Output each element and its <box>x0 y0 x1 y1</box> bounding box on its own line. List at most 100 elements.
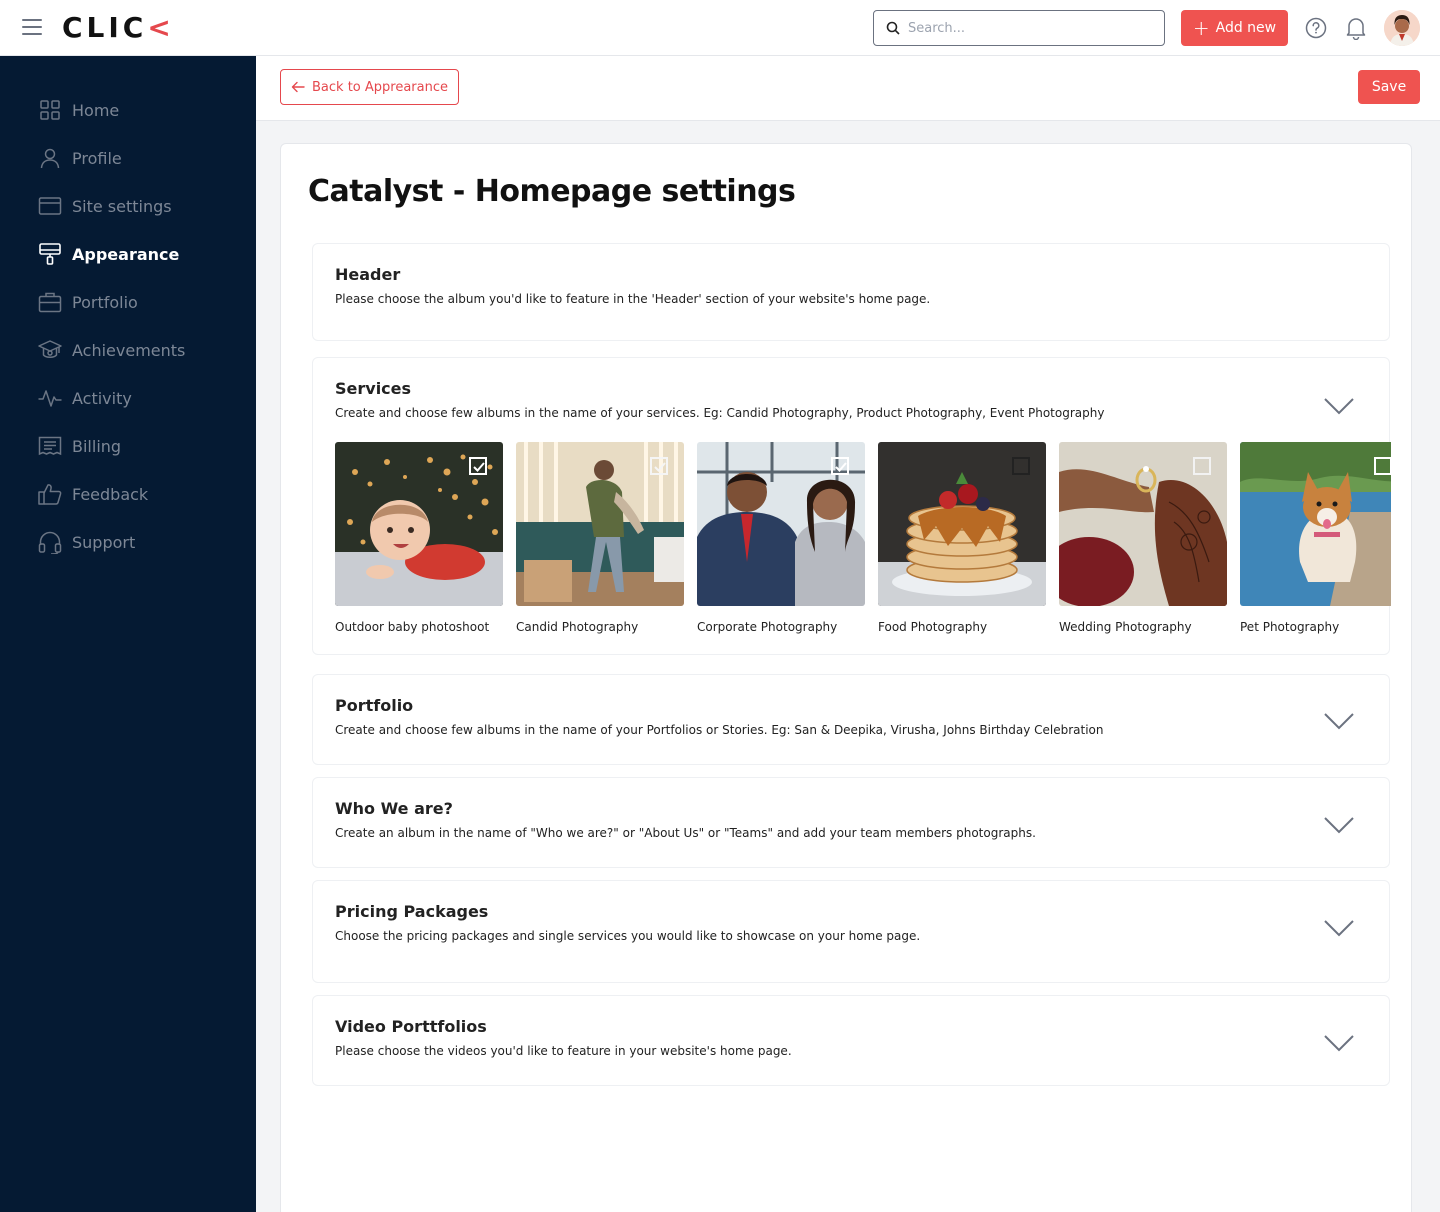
avatar[interactable] <box>1384 10 1420 46</box>
section-description: Create and choose few albums in the name… <box>335 723 1104 737</box>
section-title: Portfolio <box>335 696 414 715</box>
album-card[interactable]: Food Photography <box>878 442 1046 642</box>
chevron-down-icon[interactable] <box>1323 816 1355 834</box>
section-portfolio[interactable]: Portfolio Create and choose few albums i… <box>312 674 1390 765</box>
window-icon <box>38 197 62 215</box>
action-bar: Back to Apprearance Save <box>256 56 1440 121</box>
album-label: Outdoor baby photoshoot <box>335 620 490 634</box>
sidebar-item-label: Portfolio <box>72 292 138 312</box>
search-input[interactable] <box>908 20 1148 36</box>
page-title: Catalyst - Homepage settings <box>308 174 796 209</box>
section-title: Pricing Packages <box>335 902 489 921</box>
sidebar-item-site-settings[interactable]: Site settings <box>38 192 172 220</box>
album-card[interactable]: Pet Photography <box>1240 442 1391 642</box>
save-button[interactable]: Save <box>1358 70 1420 104</box>
logo-accent: < <box>147 11 175 44</box>
help-circle-icon[interactable] <box>1305 17 1327 39</box>
section-description: Choose the pricing packages and single s… <box>335 929 921 943</box>
arrow-left-icon <box>291 81 305 93</box>
briefcase-icon <box>38 292 62 313</box>
logo[interactable]: CLIC< <box>62 11 175 44</box>
sidebar-item-support[interactable]: Support <box>38 528 135 556</box>
menu-icon[interactable] <box>22 19 42 37</box>
chevron-down-icon[interactable] <box>1323 712 1355 730</box>
album-card[interactable]: Candid Photography <box>516 442 684 642</box>
search-icon <box>886 21 900 35</box>
section-description: Create and choose few albums in the name… <box>335 406 1105 420</box>
section-title: Who We are? <box>335 799 453 818</box>
section-title: Video Porttfolios <box>335 1017 487 1036</box>
album-checkbox[interactable] <box>1193 457 1211 475</box>
album-thumbnail <box>878 442 1046 606</box>
chevron-down-icon[interactable] <box>1323 919 1355 937</box>
sidebar-item-label: Feedback <box>72 484 149 504</box>
sidebar-item-billing[interactable]: Billing <box>38 432 121 460</box>
bell-icon[interactable] <box>1345 16 1367 40</box>
sidebar: Home Profile Site settings Appearance Po… <box>0 56 256 1212</box>
album-label: Wedding Photography <box>1059 620 1192 634</box>
sidebar-item-label: Support <box>72 532 136 552</box>
sidebar-item-label: Billing <box>72 436 122 456</box>
paint-roller-icon <box>39 243 61 265</box>
section-who-we-are[interactable]: Who We are? Create an album in the name … <box>312 777 1390 868</box>
grid-icon <box>40 100 60 120</box>
sidebar-item-label: Appearance <box>72 244 180 264</box>
section-description: Create an album in the name of "Who we a… <box>335 826 1036 840</box>
section-description: Please choose the videos you'd like to f… <box>335 1044 792 1058</box>
sidebar-item-label: Achievements <box>72 340 186 360</box>
album-label: Candid Photography <box>516 620 639 634</box>
album-card[interactable]: Wedding Photography <box>1059 442 1227 642</box>
settings-card: Catalyst - Homepage settings Header Plea… <box>280 143 1412 1212</box>
add-new-button[interactable]: + Add new <box>1181 10 1288 46</box>
section-pricing-packages[interactable]: Pricing Packages Choose the pricing pack… <box>312 880 1390 983</box>
section-description: Please choose the album you'd like to fe… <box>335 292 931 306</box>
section-title: Services <box>335 379 412 398</box>
album-checkbox[interactable] <box>650 457 668 475</box>
album-thumbnail <box>697 442 865 606</box>
sidebar-item-portfolio[interactable]: Portfolio <box>38 288 138 316</box>
album-card[interactable]: Corporate Photography <box>697 442 865 642</box>
sidebar-item-label: Activity <box>72 388 132 408</box>
section-title: Header <box>335 265 401 284</box>
sidebar-item-label: Profile <box>72 148 122 168</box>
chevron-down-icon[interactable] <box>1323 1034 1355 1052</box>
album-label: Pet Photography <box>1240 620 1340 634</box>
sidebar-item-profile[interactable]: Profile <box>38 144 122 172</box>
sidebar-item-label: Home <box>72 100 120 120</box>
sidebar-item-achievements[interactable]: Achievements <box>38 336 185 364</box>
user-icon <box>40 148 60 169</box>
album-gallery: Outdoor baby photoshoot Candid Photograp… <box>335 442 1391 642</box>
headset-icon <box>38 531 62 554</box>
chevron-down-icon[interactable] <box>1323 397 1355 415</box>
sidebar-item-feedback[interactable]: Feedback <box>38 480 148 508</box>
album-label: Food Photography <box>878 620 988 634</box>
sidebar-item-activity[interactable]: Activity <box>38 384 132 412</box>
section-services: Services Create and choose few albums in… <box>312 357 1391 655</box>
graduation-cap-icon <box>38 340 62 358</box>
search-box[interactable] <box>873 10 1165 46</box>
add-new-label: Add new <box>1215 20 1277 36</box>
album-card[interactable]: Outdoor baby photoshoot <box>335 442 503 642</box>
album-thumbnail <box>516 442 684 606</box>
thumbs-up-icon <box>38 484 62 505</box>
album-thumbnail <box>1059 442 1227 606</box>
activity-icon <box>38 390 62 407</box>
sidebar-item-appearance[interactable]: Appearance <box>38 240 179 268</box>
album-checkbox[interactable] <box>1012 457 1030 475</box>
album-checkbox[interactable] <box>1374 457 1391 475</box>
sidebar-item-home[interactable]: Home <box>38 96 119 124</box>
top-bar: CLIC< + Add new <box>0 0 1440 56</box>
section-header[interactable]: Header Please choose the album you'd lik… <box>312 243 1390 341</box>
back-button[interactable]: Back to Apprearance <box>280 69 459 105</box>
back-button-label: Back to Apprearance <box>312 79 448 95</box>
section-video-portfolios[interactable]: Video Porttfolios Please choose the vide… <box>312 995 1390 1086</box>
receipt-icon <box>38 436 62 456</box>
sidebar-item-label: Site settings <box>72 196 172 216</box>
album-label: Corporate Photography <box>697 620 838 634</box>
album-checkbox[interactable] <box>469 457 487 475</box>
album-thumbnail <box>1240 442 1391 606</box>
logo-text: CLIC <box>62 11 148 44</box>
album-checkbox[interactable] <box>831 457 849 475</box>
album-thumbnail <box>335 442 503 606</box>
plus-icon: + <box>1192 16 1210 40</box>
